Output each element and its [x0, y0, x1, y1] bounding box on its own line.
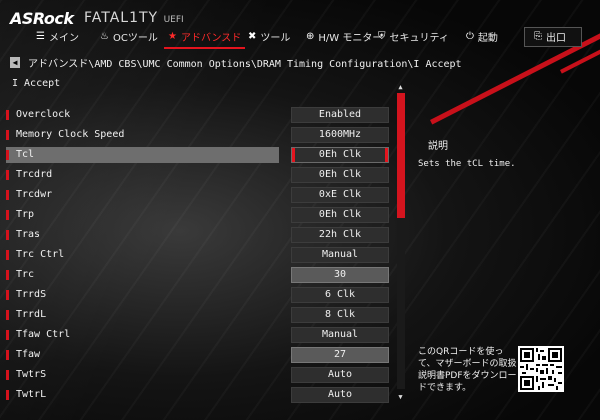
setting-row-overclock[interactable]: Overclock Enabled [6, 107, 390, 123]
help-title: 説明 [428, 141, 448, 152]
setting-value[interactable]: Auto [291, 387, 389, 403]
setting-value[interactable]: 27 [291, 347, 389, 363]
shield-icon: ⛨ [378, 30, 386, 42]
help-description: Sets the tCL time. [418, 159, 516, 169]
setting-label: Trcdrd [16, 169, 53, 180]
header-bar: ASRock FATAL1TY UEFI ☰ メイン ♨ OCツール ★ アドバ… [0, 0, 600, 50]
row-marker [6, 330, 9, 340]
row-marker [6, 110, 9, 120]
brand-logo: ASRock [10, 9, 74, 28]
row-marker [6, 210, 9, 220]
row-marker [6, 270, 9, 280]
setting-label: TwtrS [16, 369, 47, 380]
setting-row-tfaw-ctrl[interactable]: Tfaw Ctrl Manual [6, 327, 390, 343]
selection-highlight [6, 147, 279, 163]
setting-label: TrrdL [16, 309, 47, 320]
row-marker [6, 350, 9, 360]
setting-label: TrrdS [16, 289, 47, 300]
setting-row-trcdwr[interactable]: Trcdwr 0xE Clk [6, 187, 390, 203]
scroll-down-arrow-icon[interactable]: ▼ [396, 394, 405, 401]
page-title: I Accept [12, 78, 61, 89]
row-marker [6, 250, 9, 260]
setting-label: Trp [16, 209, 35, 220]
row-marker [6, 390, 9, 400]
qr-caption: このQRコードを使って、マザーボードの取扱説明書PDFをダウンロードできます。 [418, 347, 517, 393]
tab-oc-tweaker[interactable]: ♨ OCツール [100, 28, 158, 44]
tools-icon: ✖ [248, 30, 257, 42]
setting-row-trc[interactable]: Trc 30 [6, 267, 390, 283]
row-marker [6, 130, 9, 140]
setting-value[interactable]: 0xE Clk [291, 187, 389, 203]
setting-label: Trc Ctrl [16, 249, 65, 260]
setting-value[interactable]: 6 Clk [291, 287, 389, 303]
setting-row-tfaw[interactable]: Tfaw 27 [6, 347, 390, 363]
flame-icon: ♨ [100, 30, 109, 42]
row-marker [6, 290, 9, 300]
setting-value[interactable]: Manual [291, 327, 389, 343]
star-icon: ★ [168, 30, 177, 42]
tab-main[interactable]: ☰ メイン [36, 28, 79, 44]
setting-row-trc-ctrl[interactable]: Trc Ctrl Manual [6, 247, 390, 263]
breadcrumb: ◀ アドバンスド\AMD CBS\UMC Common Options\DRAM… [10, 56, 462, 70]
row-marker [6, 170, 9, 180]
scrollbar-thumb[interactable] [397, 93, 405, 218]
setting-label: Trcdwr [16, 189, 53, 200]
setting-row-trp[interactable]: Trp 0Eh Clk [6, 207, 390, 223]
setting-row-tras[interactable]: Tras 22h Clk [6, 227, 390, 243]
setting-row-trrdl[interactable]: TrrdL 8 Clk [6, 307, 390, 323]
row-marker [6, 150, 9, 160]
setting-label: Overclock [16, 109, 71, 120]
setting-row-twtrs[interactable]: TwtrS Auto [6, 367, 390, 383]
qr-code-icon [518, 346, 564, 392]
series-logo: FATAL1TY UEFI [84, 10, 184, 26]
setting-label: Tras [16, 229, 41, 240]
setting-label: Memory Clock Speed [16, 129, 125, 140]
setting-row-memory-clock-speed[interactable]: Memory Clock Speed 1600MHz [6, 127, 390, 143]
setting-row-twtrl[interactable]: TwtrL Auto [6, 387, 390, 403]
tab-hw-monitor[interactable]: ⊕ H/W モニター [306, 28, 382, 44]
menu-icon: ☰ [36, 30, 45, 42]
setting-value[interactable]: Enabled [291, 107, 389, 123]
setting-value[interactable]: 8 Clk [291, 307, 389, 323]
setting-value[interactable]: 0Eh Clk [291, 207, 389, 223]
scroll-up-arrow-icon[interactable]: ▲ [396, 84, 405, 91]
setting-row-trcdrd[interactable]: Trcdrd 0Eh Clk [6, 167, 390, 183]
tab-security[interactable]: ⛨ セキュリティ [378, 28, 449, 44]
back-arrow-icon[interactable]: ◀ [10, 56, 20, 68]
setting-label: Tfaw Ctrl [16, 329, 71, 340]
row-marker [6, 310, 9, 320]
setting-value[interactable]: 30 [291, 267, 389, 283]
setting-label: Tcl [16, 149, 35, 160]
row-marker [6, 190, 9, 200]
exit-icon: ⎘ [534, 30, 542, 42]
row-marker [6, 230, 9, 240]
row-marker [6, 370, 9, 380]
setting-row-tcl[interactable]: Tcl 0Eh Clk [6, 147, 390, 163]
setting-label: TwtrL [16, 389, 47, 400]
monitor-icon: ⊕ [306, 30, 315, 42]
setting-value[interactable]: 0Eh Clk [291, 167, 389, 183]
tab-boot[interactable]: ⏻ 起動 [466, 28, 498, 44]
setting-value[interactable]: 22h Clk [291, 227, 389, 243]
setting-value[interactable]: 1600MHz [291, 127, 389, 143]
setting-value[interactable]: Auto [291, 367, 389, 383]
setting-label: Trc [16, 269, 35, 280]
setting-value[interactable]: Manual [291, 247, 389, 263]
breadcrumb-path: アドバンスド\AMD CBS\UMC Common Options\DRAM T… [28, 58, 462, 70]
tab-tool[interactable]: ✖ ツール [248, 28, 290, 44]
setting-label: Tfaw [16, 349, 41, 360]
tab-exit[interactable]: ⎘ 出口 [534, 28, 566, 44]
setting-row-trrds[interactable]: TrrdS 6 Clk [6, 287, 390, 303]
power-icon: ⏻ [466, 30, 474, 42]
tab-advanced[interactable]: ★ アドバンスド [163, 28, 246, 49]
setting-value[interactable]: 0Eh Clk [291, 147, 389, 163]
